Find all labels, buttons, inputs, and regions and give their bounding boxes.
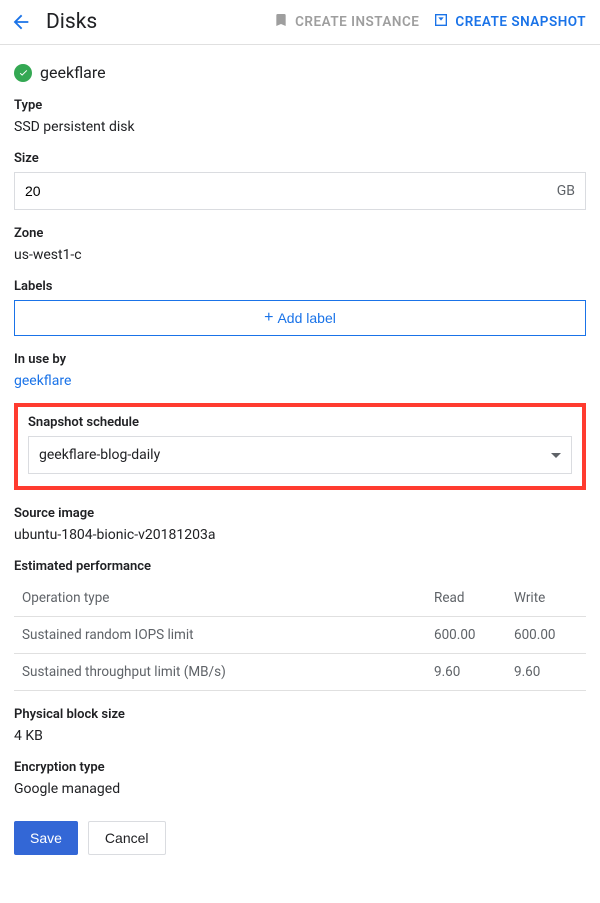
in-use-by-label: In use by bbox=[14, 352, 586, 367]
zone-label: Zone bbox=[14, 226, 586, 241]
perf-op: Sustained random IOPS limit bbox=[14, 617, 426, 654]
page-title: Disks bbox=[46, 10, 97, 34]
cancel-button[interactable]: Cancel bbox=[88, 821, 166, 855]
encryption-label: Encryption type bbox=[14, 760, 586, 775]
snapshot-schedule-label: Snapshot schedule bbox=[28, 415, 572, 430]
create-snapshot-label: CREATE SNAPSHOT bbox=[455, 14, 586, 30]
estimated-performance-label: Estimated performance bbox=[14, 559, 586, 574]
size-input[interactable] bbox=[25, 183, 557, 199]
type-value: SSD persistent disk bbox=[14, 119, 586, 135]
chevron-down-icon bbox=[551, 453, 561, 458]
topbar: Disks CREATE INSTANCE CREATE SNAPSHOT bbox=[0, 0, 600, 45]
perf-op: Sustained throughput limit (MB/s) bbox=[14, 654, 426, 691]
create-instance-label: CREATE INSTANCE bbox=[295, 14, 419, 30]
labels-label: Labels bbox=[14, 279, 586, 294]
add-label-text: Add label bbox=[277, 310, 335, 326]
size-unit: GB bbox=[557, 183, 575, 199]
source-image-value: ubuntu-1804-bionic-v20181203a bbox=[14, 527, 586, 543]
perf-write: 600.00 bbox=[506, 617, 586, 654]
table-row: Sustained throughput limit (MB/s) 9.60 9… bbox=[14, 654, 586, 691]
perf-read: 600.00 bbox=[426, 617, 506, 654]
performance-table: Operation type Read Write Sustained rand… bbox=[14, 580, 586, 691]
snapshot-schedule-value: geekflare-blog-daily bbox=[39, 447, 160, 463]
footer-actions: Save Cancel bbox=[14, 821, 586, 855]
disk-name: geekflare bbox=[40, 63, 106, 82]
add-label-button[interactable]: + Add label bbox=[14, 300, 586, 336]
table-row: Sustained random IOPS limit 600.00 600.0… bbox=[14, 617, 586, 654]
perf-write: 9.60 bbox=[506, 654, 586, 691]
encryption-value: Google managed bbox=[14, 781, 586, 797]
create-instance-button[interactable]: CREATE INSTANCE bbox=[273, 12, 419, 32]
snapshot-schedule-select[interactable]: geekflare-blog-daily bbox=[28, 436, 572, 474]
bookmark-icon bbox=[273, 12, 289, 32]
in-use-by-link[interactable]: geekflare bbox=[14, 373, 586, 389]
save-button[interactable]: Save bbox=[14, 821, 78, 855]
back-arrow-icon[interactable] bbox=[10, 11, 32, 33]
plus-icon: + bbox=[264, 309, 273, 327]
disk-heading: geekflare bbox=[14, 63, 586, 82]
snapshot-icon bbox=[433, 12, 449, 32]
block-size-value: 4 KB bbox=[14, 728, 586, 744]
perf-header-write: Write bbox=[506, 580, 586, 617]
perf-header-op: Operation type bbox=[14, 580, 426, 617]
perf-header-read: Read bbox=[426, 580, 506, 617]
type-label: Type bbox=[14, 98, 586, 113]
content: geekflare Type SSD persistent disk Size … bbox=[0, 45, 600, 873]
source-image-label: Source image bbox=[14, 506, 586, 521]
size-field: GB bbox=[14, 172, 586, 210]
zone-value: us-west1-c bbox=[14, 247, 586, 263]
create-snapshot-button[interactable]: CREATE SNAPSHOT bbox=[433, 12, 586, 32]
snapshot-schedule-section: Snapshot schedule geekflare-blog-daily bbox=[14, 403, 586, 490]
block-size-label: Physical block size bbox=[14, 707, 586, 722]
status-ok-icon bbox=[14, 64, 32, 82]
size-label: Size bbox=[14, 151, 586, 166]
perf-read: 9.60 bbox=[426, 654, 506, 691]
